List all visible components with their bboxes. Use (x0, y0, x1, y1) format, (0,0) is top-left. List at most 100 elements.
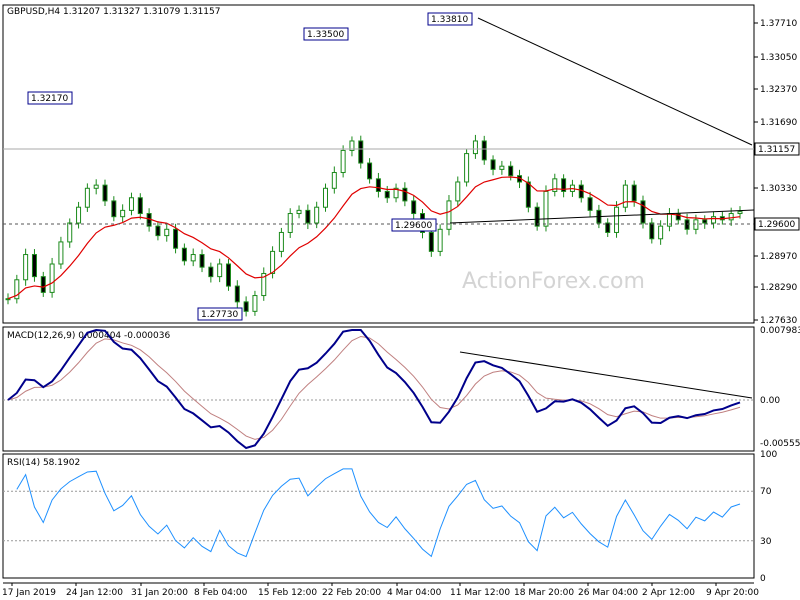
candle-body (411, 200, 417, 215)
x-tick-label: 18 Mar 20:00 (514, 588, 574, 598)
candle-body (234, 285, 240, 303)
price-label: 1.33500 (307, 30, 344, 40)
candle-body (67, 222, 73, 243)
candle-body (640, 200, 646, 224)
candle-body (93, 184, 99, 189)
candle-body (287, 213, 293, 233)
candle-body (243, 301, 249, 312)
candle-body (252, 295, 258, 312)
candle-body (631, 184, 637, 202)
candle-body (728, 213, 734, 221)
candle-body (120, 209, 126, 218)
rsi-ytick-label: 30 (760, 537, 772, 547)
candle-body (137, 197, 143, 215)
candle-body (508, 165, 514, 177)
candle-body (155, 225, 161, 237)
candle-body (464, 153, 470, 183)
x-tick-label: 9 Apr 20:00 (706, 588, 759, 598)
candle-body (23, 254, 29, 281)
candle-body (455, 181, 461, 202)
candle-body (367, 162, 373, 180)
candle-body (305, 209, 311, 224)
candle-body (684, 219, 690, 230)
candle-body (225, 263, 231, 287)
candle-body (111, 200, 117, 218)
candle-body (49, 263, 55, 293)
x-tick-label: 17 Jan 2019 (2, 588, 56, 598)
watermark: ActionForex.com (462, 269, 645, 294)
candle-body (340, 149, 346, 174)
candle-body (190, 254, 196, 262)
candle-body (499, 165, 505, 170)
price-ytick-label: 1.28970 (760, 252, 797, 262)
gbpusd-h4-chart: ActionForex.com GBPUSD,H4 1.31207 1.31327… (2, 4, 800, 598)
candle-body (278, 231, 284, 252)
x-tick-label: 26 Mar 04:00 (578, 588, 638, 598)
macd-panel (2, 326, 755, 452)
candle-body (181, 247, 187, 262)
price-label: 1.29600 (395, 221, 432, 231)
candle-body (737, 211, 743, 215)
price-ytick-label: 1.28290 (760, 283, 797, 293)
candle-body (314, 206, 320, 224)
price-label: 1.27730 (201, 310, 238, 320)
candle-body (534, 206, 540, 227)
price-ytick-label: 1.30330 (760, 184, 797, 194)
candle-body (437, 228, 443, 252)
candle-body (270, 250, 276, 274)
macd-ytick-label: 0.00 (760, 396, 780, 406)
candle-body (578, 184, 584, 199)
candle-body (296, 209, 302, 215)
price-ytick-label: 1.31690 (760, 118, 797, 128)
price-ytick-label: 1.27630 (760, 316, 797, 326)
candle-body (702, 219, 708, 224)
candle-body (384, 190, 390, 199)
candle-body (472, 140, 478, 155)
x-tick-label: 22 Feb 20:00 (322, 588, 381, 598)
candle-body (40, 276, 46, 293)
candle-body (31, 254, 37, 278)
price-ytick-label: 1.32370 (760, 85, 797, 95)
candle-body (693, 219, 699, 230)
candle-body (658, 225, 664, 240)
candle-body (587, 197, 593, 211)
candle-body (331, 172, 337, 189)
candle-body (358, 140, 364, 164)
price-ytick-label: 1.37710 (760, 19, 797, 29)
rsi-ytick-label: 0 (760, 574, 766, 584)
candle-body (322, 187, 328, 208)
x-tick-label: 24 Jan 12:00 (66, 588, 123, 598)
candle-body (649, 222, 655, 240)
candle-body (58, 241, 64, 265)
x-tick-label: 2 Apr 12:00 (642, 588, 695, 598)
candle-body (375, 178, 381, 192)
x-tick-label: 4 Mar 04:00 (387, 588, 442, 598)
price-label: 1.33810 (431, 15, 468, 25)
candle-body (84, 187, 90, 208)
candle-body (446, 200, 452, 230)
chart-header: GBPUSD,H4 1.31207 1.31327 1.31079 1.3115… (7, 7, 220, 17)
candle-body (622, 184, 628, 208)
candle-body (543, 190, 549, 227)
support-level-tag: 1.29600 (758, 220, 795, 230)
x-tick-label: 8 Feb 04:00 (194, 588, 248, 598)
candle-body (490, 159, 496, 170)
x-tick-label: 15 Feb 12:00 (258, 588, 317, 598)
candle-body (614, 206, 620, 233)
candle-body (711, 216, 717, 224)
candle-body (217, 263, 223, 278)
candle-body (199, 254, 205, 268)
candle-body (481, 140, 487, 161)
candle-body (402, 187, 408, 202)
candle-body (5, 298, 11, 301)
rsi-title: RSI(14) 58.1902 (7, 458, 80, 468)
candle-body (525, 181, 531, 208)
candle-body (428, 231, 434, 252)
candle-body (164, 228, 170, 237)
price-label: 1.32170 (31, 94, 68, 104)
rsi-ytick-label: 100 (760, 450, 777, 460)
candle-body (128, 197, 134, 211)
rsi-ytick-label: 70 (760, 487, 772, 497)
candle-body (76, 206, 82, 224)
macd-ytick-label: -0.005559 (760, 439, 800, 449)
